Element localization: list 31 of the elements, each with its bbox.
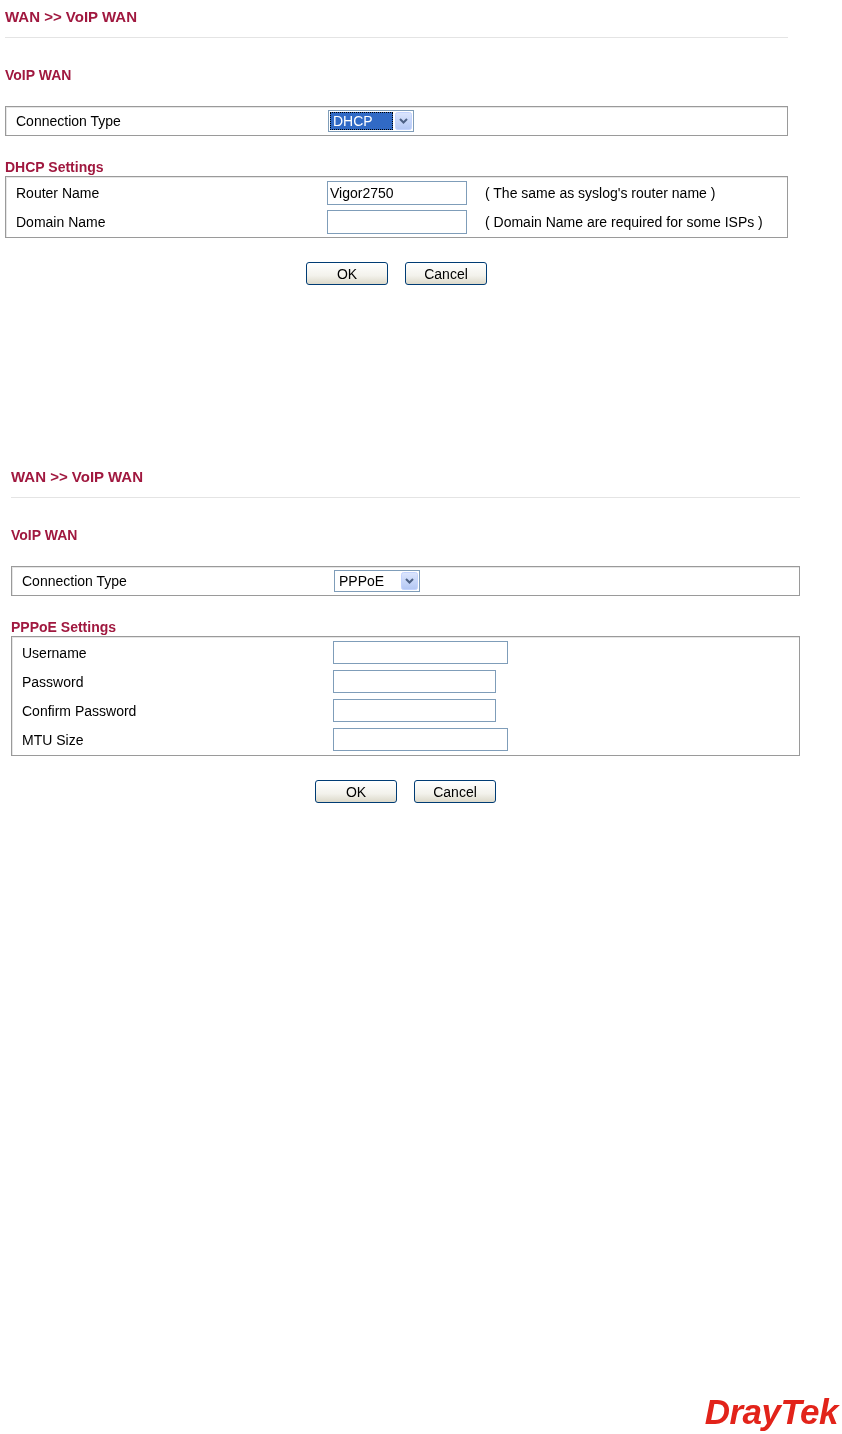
- chevron-down-icon[interactable]: [401, 572, 418, 590]
- field-label: Domain Name: [16, 212, 106, 231]
- field-hint: ( Domain Name are required for some ISPs ): [485, 212, 763, 231]
- input-field[interactable]: [333, 728, 508, 751]
- connection-type-select[interactable]: DHCP: [328, 110, 414, 132]
- field-label: Router Name: [16, 183, 100, 202]
- input-field[interactable]: [333, 699, 496, 722]
- chevron-down-icon[interactable]: [395, 112, 412, 130]
- input-field[interactable]: [327, 209, 467, 234]
- ok-button[interactable]: OK: [306, 262, 388, 285]
- field-label: Connection Type: [16, 112, 121, 130]
- connection-type-select[interactable]: PPPoE: [334, 570, 420, 592]
- field-label: Username: [22, 643, 87, 662]
- section-title: VoIP WAN: [11, 526, 78, 544]
- section-title: DHCP Settings: [5, 158, 104, 176]
- cancel-button[interactable]: Cancel: [405, 262, 487, 285]
- input-field[interactable]: [333, 641, 508, 664]
- section-title: PPPoE Settings: [11, 618, 117, 636]
- field-hint: ( The same as syslog's router name ): [485, 183, 716, 202]
- input-field[interactable]: Vigor2750: [327, 180, 467, 205]
- ok-button[interactable]: OK: [315, 780, 397, 803]
- page-title: WAN >> VoIP WAN: [11, 467, 143, 487]
- field-label: MTU Size: [22, 730, 84, 749]
- page-title: WAN >> VoIP WAN: [5, 7, 137, 27]
- field-label: Connection Type: [22, 572, 127, 590]
- input-field[interactable]: [333, 670, 496, 693]
- cancel-button[interactable]: Cancel: [414, 780, 496, 803]
- section-title: VoIP WAN: [5, 66, 72, 84]
- brand-logo: DrayTek: [704, 1393, 838, 1431]
- field-label: Password: [22, 672, 84, 691]
- field-label: Confirm Password: [22, 701, 137, 720]
